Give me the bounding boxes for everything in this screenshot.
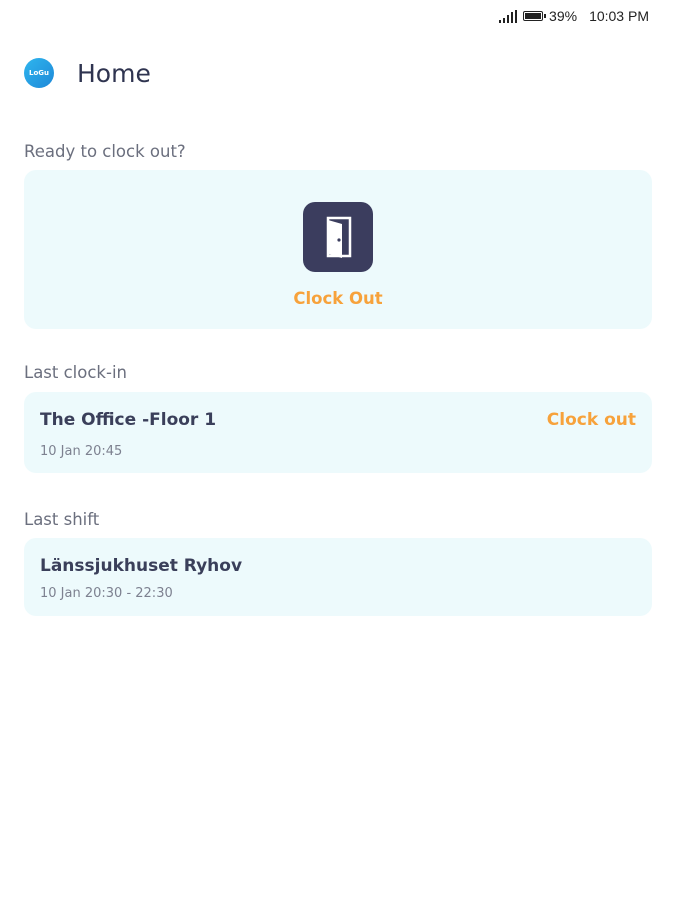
shift-location: Länssjukhuset Ryhov bbox=[40, 556, 243, 576]
last-clock-in-card: The Office -Floor 1 10 Jan 20:45 Clock o… bbox=[24, 392, 652, 473]
clock-out-card[interactable]: Clock Out bbox=[24, 170, 652, 329]
clock-out-link[interactable]: Clock out bbox=[547, 410, 636, 430]
status-bar: 39% 10:03 PM bbox=[499, 8, 649, 24]
app-logo: LoGu bbox=[24, 58, 54, 88]
signal-icon bbox=[499, 9, 518, 23]
clock-section-label: Ready to clock out? bbox=[24, 142, 186, 161]
last-shift-label: Last shift bbox=[24, 510, 100, 529]
clock-out-label[interactable]: Clock Out bbox=[24, 289, 652, 308]
last-shift-card[interactable]: Länssjukhuset Ryhov 10 Jan 20:30 - 22:30 bbox=[24, 538, 652, 616]
app-header: LoGu Home bbox=[24, 58, 151, 88]
last-clock-in-label: Last clock-in bbox=[24, 363, 127, 382]
battery-percent: 39% bbox=[549, 8, 578, 24]
status-time: 10:03 PM bbox=[589, 8, 649, 24]
shift-datetime: 10 Jan 20:30 - 22:30 bbox=[40, 586, 173, 601]
page-title: Home bbox=[77, 58, 151, 88]
door-icon bbox=[326, 216, 352, 258]
clock-in-datetime: 10 Jan 20:45 bbox=[40, 444, 123, 459]
battery-icon bbox=[523, 11, 547, 21]
clock-out-button[interactable] bbox=[303, 202, 373, 272]
clock-in-location: The Office -Floor 1 bbox=[40, 410, 217, 430]
